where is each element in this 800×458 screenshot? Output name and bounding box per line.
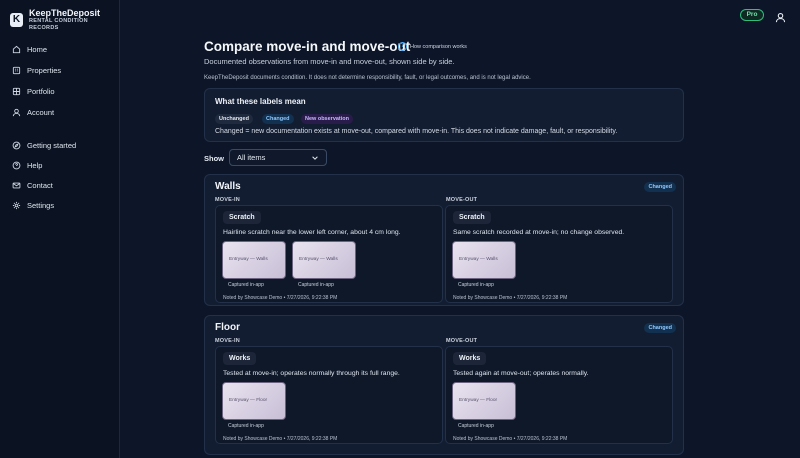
user-menu-icon[interactable] xyxy=(775,10,786,23)
sidebar-item-getting-started[interactable]: Getting started xyxy=(12,138,76,152)
noted-by: Noted by Showcase Demo • 7/27/2026, 9:22… xyxy=(453,436,568,442)
sidebar-item-label: Getting started xyxy=(27,140,77,150)
gear-icon xyxy=(12,201,21,210)
sidebar-item-label: Home xyxy=(27,44,48,54)
observation-description: Hairline scratch near the lower left cor… xyxy=(223,229,401,236)
grid-icon xyxy=(12,87,21,96)
observation-description: Tested again at move-out; operates norma… xyxy=(453,370,589,377)
labels-heading: What these labels mean xyxy=(215,97,306,106)
plan-badge[interactable]: Pro xyxy=(740,9,764,21)
sidebar-item-label: Portfolio xyxy=(27,86,55,96)
sidebar-item-help[interactable]: Help xyxy=(12,158,42,172)
sidebar-item-label: Settings xyxy=(27,200,55,210)
photo-caption: Entryway — Walls xyxy=(229,257,268,262)
section-title: Floor xyxy=(215,322,240,333)
observation-tag: Scratch xyxy=(223,211,261,224)
user-icon xyxy=(12,108,21,117)
sidebar-item-properties[interactable]: Properties xyxy=(12,63,61,77)
changed-chip: Changed xyxy=(262,114,294,124)
photo-thumbnail[interactable]: Entryway — Floor xyxy=(452,382,516,420)
page-subtitle: Documented observations from move-in and… xyxy=(204,57,455,66)
chevron-down-icon xyxy=(312,155,318,160)
help-circle-icon xyxy=(12,161,21,170)
status-badge: Changed xyxy=(644,323,676,333)
brand-text: KeepTheDeposit RENTAL CONDITION RECORDS xyxy=(29,8,119,32)
photo-caption: Entryway — Walls xyxy=(459,257,498,262)
photo-meta: Captured in-app xyxy=(228,282,264,288)
observation-tag: Scratch xyxy=(453,211,491,224)
noted-by: Noted by Showcase Demo • 7/27/2026, 9:22… xyxy=(223,436,338,442)
sidebar-item-label: Account xyxy=(27,107,55,117)
page-title: Compare move-in and move-out xyxy=(204,39,411,54)
observation-description: Tested at move-in; operates normally thr… xyxy=(223,370,400,377)
sidebar-item-label: Help xyxy=(27,160,43,170)
compass-icon xyxy=(12,141,21,150)
comparison-section-walls: Walls Changed MOVE-IN MOVE-OUT Scratch H… xyxy=(204,174,684,306)
photo-thumbnail[interactable]: Entryway — Walls xyxy=(222,241,286,279)
noted-by: Noted by Showcase Demo • 7/27/2026, 9:22… xyxy=(223,295,338,301)
how-comparison-works-link[interactable]: ? How comparison works xyxy=(398,42,467,51)
legal-disclaimer: KeepTheDeposit documents condition. It d… xyxy=(204,75,531,81)
labels-explanation: Changed = new documentation exists at mo… xyxy=(215,128,618,135)
photo-caption: Entryway — Floor xyxy=(459,398,498,403)
show-filter-select[interactable]: All items xyxy=(229,149,327,166)
move-out-observation: Works Tested again at move-out; operates… xyxy=(445,346,673,444)
sidebar-item-label: Contact xyxy=(27,180,53,190)
move-in-heading: MOVE-IN xyxy=(215,197,240,203)
how-link-label: How comparison works xyxy=(410,43,467,50)
photo-thumbnail[interactable]: Entryway — Walls xyxy=(292,241,356,279)
move-in-observation: Works Tested at move-in; operates normal… xyxy=(215,346,443,444)
help-circle-icon: ? xyxy=(398,42,407,51)
photo-meta: Captured in-app xyxy=(228,423,264,429)
observation-description: Same scratch recorded at move-in; no cha… xyxy=(453,229,625,236)
sidebar-item-account[interactable]: Account xyxy=(12,105,54,119)
sidebar-item-contact[interactable]: Contact xyxy=(12,178,53,192)
labels-legend-card: What these labels mean Unchanged Changed… xyxy=(204,88,684,142)
observation-tag: Works xyxy=(453,352,487,365)
unchanged-chip: Unchanged xyxy=(215,114,253,124)
move-in-heading: MOVE-IN xyxy=(215,338,240,344)
mail-icon xyxy=(12,181,21,190)
sidebar-item-settings[interactable]: Settings xyxy=(12,198,54,212)
move-out-heading: MOVE-OUT xyxy=(446,338,478,344)
sidebar-item-home[interactable]: Home xyxy=(12,42,47,56)
app-logo: K xyxy=(10,13,23,27)
move-in-observation: Scratch Hairline scratch near the lower … xyxy=(215,205,443,303)
move-out-observation: Scratch Same scratch recorded at move-in… xyxy=(445,205,673,303)
photo-thumbnail[interactable]: Entryway — Walls xyxy=(452,241,516,279)
photo-thumbnail[interactable]: Entryway — Floor xyxy=(222,382,286,420)
building-icon xyxy=(12,66,21,75)
sidebar-item-portfolio[interactable]: Portfolio xyxy=(12,84,55,98)
photo-meta: Captured in-app xyxy=(458,282,494,288)
move-out-heading: MOVE-OUT xyxy=(446,197,478,203)
noted-by: Noted by Showcase Demo • 7/27/2026, 9:22… xyxy=(453,295,568,301)
sidebar: K KeepTheDeposit RENTAL CONDITION RECORD… xyxy=(0,0,120,458)
comparison-section-floor: Floor Changed MOVE-IN MOVE-OUT Works Tes… xyxy=(204,315,684,455)
filter-value: All items xyxy=(237,153,266,162)
status-badge: Changed xyxy=(644,182,676,192)
observation-tag: Works xyxy=(223,352,257,365)
photo-caption: Entryway — Walls xyxy=(299,257,338,262)
home-icon xyxy=(12,45,21,54)
photo-caption: Entryway — Floor xyxy=(229,398,268,403)
section-title: Walls xyxy=(215,181,241,192)
photo-meta: Captured in-app xyxy=(298,282,334,288)
app-name: KeepTheDeposit xyxy=(28,8,100,18)
filter-label: Show xyxy=(204,154,224,163)
new-observation-chip: New observation xyxy=(301,114,354,124)
app-tagline: RENTAL CONDITION RECORDS xyxy=(28,18,88,31)
brand[interactable]: K KeepTheDeposit RENTAL CONDITION RECORD… xyxy=(10,8,119,32)
sidebar-item-label: Properties xyxy=(27,65,62,75)
photo-meta: Captured in-app xyxy=(458,423,494,429)
